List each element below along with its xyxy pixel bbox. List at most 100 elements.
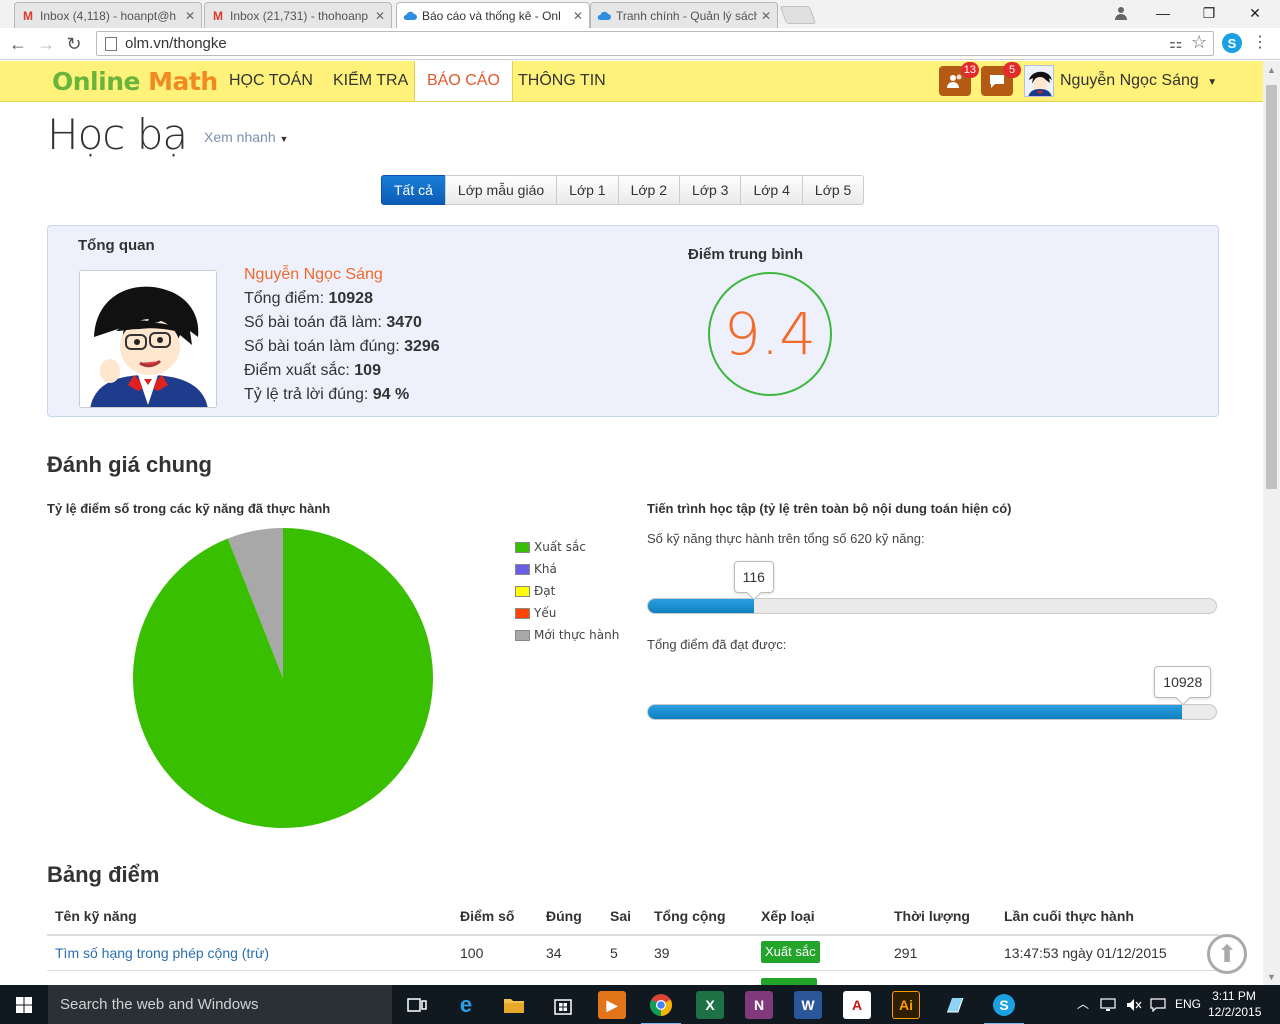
tray-chevron-icon[interactable]: ︿ — [1077, 985, 1089, 1024]
close-tab-icon[interactable]: ✕ — [573, 9, 583, 23]
tab-title: Tranh chính - Quản lý sách — [616, 8, 757, 23]
volume-muted-icon[interactable] — [1126, 985, 1142, 1024]
logo-word-2: Math — [148, 67, 218, 96]
close-tab-icon[interactable]: ✕ — [761, 9, 771, 23]
col-skill[interactable]: Tên kỹ năng — [55, 908, 137, 924]
reload-icon[interactable]: ↻ — [62, 32, 86, 56]
scrollbar-thumb[interactable] — [1266, 85, 1277, 489]
col-correct[interactable]: Đúng — [546, 908, 582, 924]
cloud-icon — [597, 9, 611, 23]
media-player-icon[interactable]: ▶ — [598, 991, 626, 1019]
minimize-icon[interactable]: — — [1140, 0, 1186, 26]
grade-tab-5[interactable]: Lớp 5 — [801, 175, 865, 205]
grade-tab-preschool[interactable]: Lớp mẫu giáo — [444, 175, 558, 205]
start-button[interactable] — [0, 985, 48, 1024]
grade-tab-3[interactable]: Lớp 3 — [679, 175, 742, 205]
close-tab-icon[interactable]: ✕ — [375, 9, 385, 23]
forward-icon[interactable]: → — [34, 32, 58, 56]
bookmark-star-icon[interactable]: ☆ — [1191, 32, 1207, 53]
profile-icon[interactable] — [1098, 0, 1144, 26]
messages-button[interactable]: 5 — [981, 62, 1021, 96]
legend-swatch — [515, 607, 530, 619]
col-total[interactable]: Tổng cộng — [654, 908, 726, 924]
quick-view-dropdown[interactable]: Xem nhanh ▼ — [204, 129, 288, 145]
nav-hoc-toan[interactable]: HỌC TOÁN — [217, 61, 325, 101]
col-last-practice[interactable]: Lần cuối thực hành — [1004, 908, 1134, 924]
online-math-logo[interactable]: Online Math — [52, 67, 218, 96]
page-icon — [105, 36, 117, 51]
close-window-icon[interactable]: ✕ — [1232, 0, 1278, 26]
taskbar-search[interactable]: Search the web and Windows — [48, 985, 392, 1024]
legend-item[interactable]: Yếu — [515, 602, 619, 624]
chrome-icon[interactable] — [641, 991, 681, 1024]
scroll-to-top-button[interactable]: ⬆ — [1207, 934, 1247, 974]
system-clock[interactable]: 3:11 PM 12/2/2015 — [1208, 988, 1261, 1020]
grade-tab-1[interactable]: Lớp 1 — [556, 175, 619, 205]
store-icon[interactable] — [549, 991, 577, 1019]
word-icon[interactable]: W — [794, 991, 822, 1019]
edge-icon[interactable]: e — [452, 991, 480, 1019]
chat-icon — [990, 75, 1004, 88]
network-icon[interactable] — [1100, 985, 1116, 1024]
address-bar[interactable]: olm.vn/thongke ⚏ ☆ — [96, 31, 1214, 56]
col-wrong[interactable]: Sai — [610, 908, 631, 924]
legend-swatch — [515, 585, 530, 597]
close-tab-icon[interactable]: ✕ — [185, 9, 195, 23]
col-duration[interactable]: Thời lượng — [894, 908, 970, 924]
stat-total-points: Tổng điểm: 10928 — [244, 290, 373, 307]
back-icon[interactable]: ← — [6, 32, 30, 56]
action-center-icon[interactable] — [1150, 985, 1166, 1024]
cell-correct: 34 — [546, 945, 562, 961]
scroll-up-icon[interactable]: ▲ — [1263, 61, 1280, 78]
scroll-down-icon[interactable]: ▼ — [1263, 968, 1280, 985]
col-score[interactable]: Điểm số — [460, 908, 514, 924]
legend-item[interactable]: Xuất sắc — [515, 536, 619, 558]
grade-tab-all[interactable]: Tất cả — [381, 175, 446, 205]
student-name[interactable]: Nguyễn Ngọc Sáng — [244, 266, 383, 284]
browser-toolbar: ← → ↻ olm.vn/thongke ⚏ ☆ S ⋮ — [0, 28, 1280, 60]
skype-extension-icon[interactable]: S — [1222, 33, 1242, 53]
legend-label: Khá — [534, 562, 557, 576]
points-progress-value: 10928 — [1163, 674, 1203, 690]
legend-item[interactable]: Mới thực hành — [515, 624, 619, 646]
input-language[interactable]: ENG — [1175, 985, 1201, 1024]
grade-tab-4[interactable]: Lớp 4 — [740, 175, 803, 205]
menu-icon[interactable]: ⋮ — [1252, 32, 1268, 52]
nav-kiem-tra[interactable]: KIỂM TRA — [321, 61, 420, 101]
acrobat-icon[interactable]: A — [843, 991, 871, 1019]
user-menu[interactable]: Nguyễn Ngọc Sáng ▼ — [1060, 61, 1217, 103]
assessment-heading: Đánh giá chung — [47, 452, 212, 477]
new-tab-button[interactable] — [779, 6, 817, 24]
nav-thong-tin[interactable]: THÔNG TIN — [506, 61, 618, 101]
cell-wrong: 5 — [610, 945, 618, 961]
page-scrollbar[interactable]: ▲ ▼ — [1263, 61, 1280, 985]
col-rank[interactable]: Xếp loại — [761, 908, 815, 924]
nav-bao-cao[interactable]: BÁO CÁO — [414, 61, 513, 101]
grade-tab-2[interactable]: Lớp 2 — [617, 175, 681, 205]
caret-down-icon: ▼ — [279, 134, 289, 144]
skill-link[interactable]: Tìm số hạng trong phép cộng (trừ) — [55, 945, 269, 961]
file-explorer-icon[interactable] — [500, 991, 528, 1019]
tab-tranh-chinh[interactable]: Tranh chính - Quản lý sách ✕ — [590, 2, 778, 28]
task-view-icon[interactable] — [403, 991, 431, 1019]
stat-excellent-points: Điểm xuất sắc: 109 — [244, 362, 381, 379]
restore-icon[interactable]: ❐ — [1186, 0, 1232, 26]
skype-icon[interactable]: S — [984, 991, 1024, 1024]
gmail-icon: M — [213, 8, 223, 23]
tab-title: Inbox (4,118) - hoanpt@h — [40, 8, 177, 23]
translate-icon[interactable]: ⚏ — [1169, 34, 1182, 52]
average-score-label: Điểm trung bình — [688, 246, 803, 263]
avatar[interactable] — [1024, 65, 1054, 97]
illustrator-icon[interactable]: Ai — [892, 991, 920, 1019]
tab-bao-cao[interactable]: Báo cáo và thống kê - Onl ✕ — [396, 2, 590, 28]
tab-gmail-1[interactable]: M Inbox (4,118) - hoanpt@h ✕ — [14, 2, 202, 28]
excel-icon[interactable]: X — [696, 991, 724, 1019]
onenote-icon[interactable]: N — [745, 991, 773, 1019]
tab-gmail-2[interactable]: M Inbox (21,731) - thohoanp ✕ — [204, 2, 392, 28]
legend-item[interactable]: Đạt — [515, 580, 619, 602]
friend-requests-button[interactable]: 13 — [939, 62, 979, 96]
url-text: olm.vn/thongke — [125, 35, 227, 52]
app-icon[interactable] — [941, 991, 969, 1019]
caret-down-icon: ▼ — [1207, 77, 1218, 88]
legend-item[interactable]: Khá — [515, 558, 619, 580]
